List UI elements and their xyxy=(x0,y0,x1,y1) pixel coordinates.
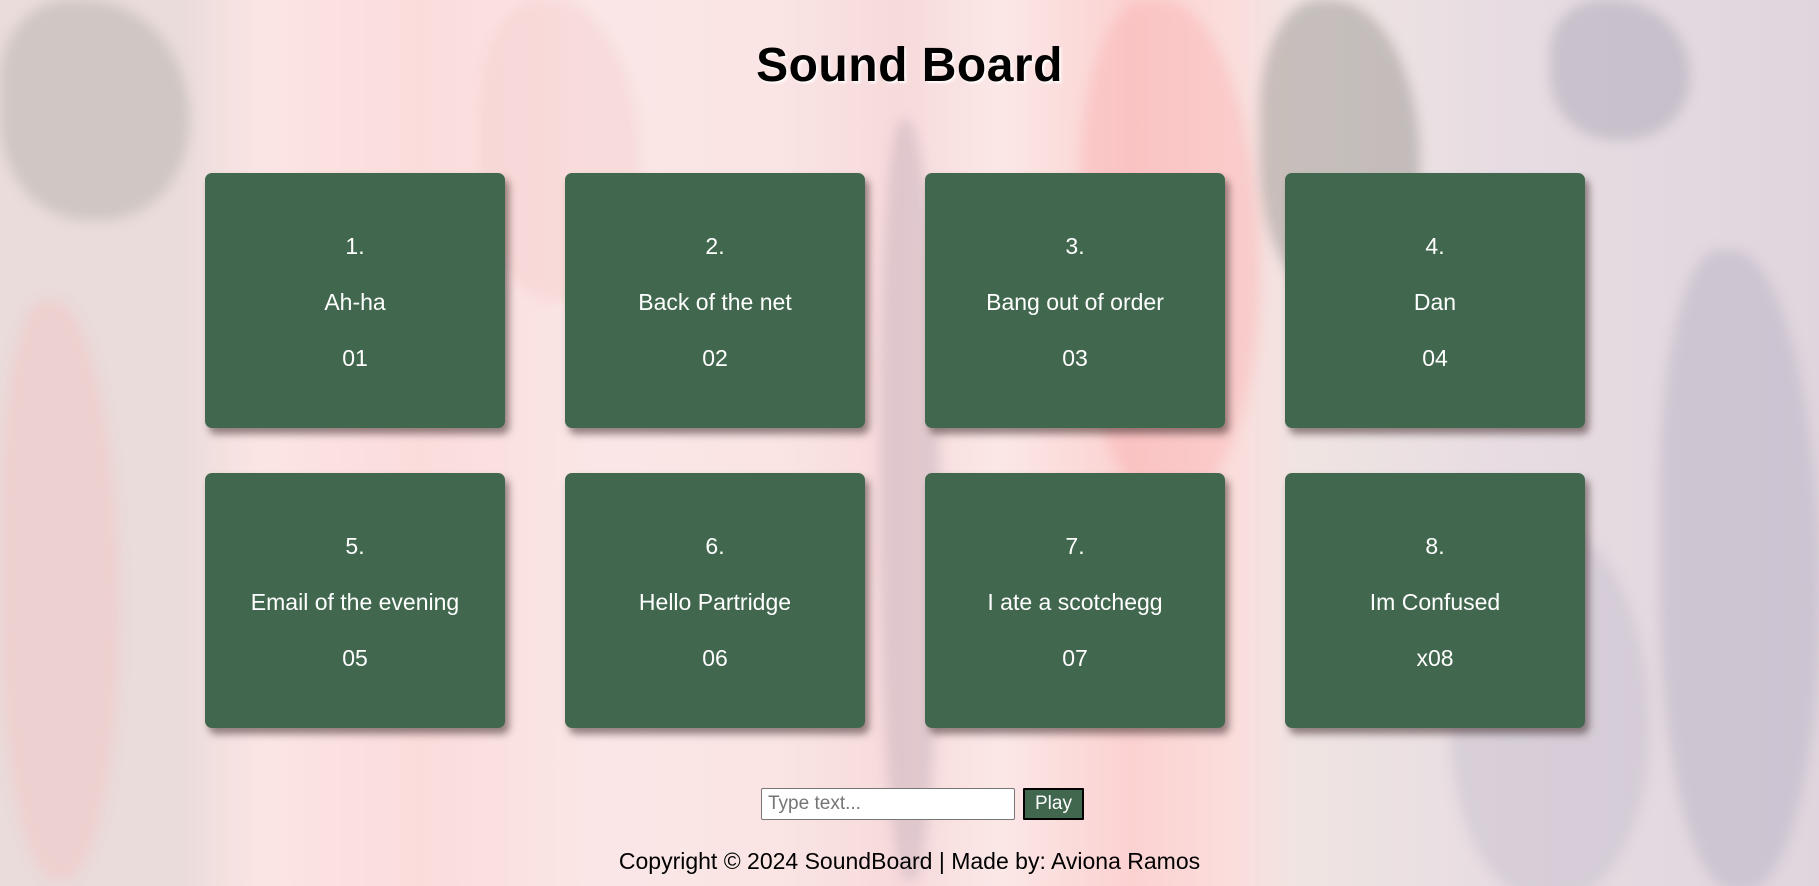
play-button[interactable]: Play xyxy=(1023,788,1084,820)
card-code: x08 xyxy=(1416,644,1454,671)
card-code: 06 xyxy=(702,644,728,671)
card-label: Ah-ha xyxy=(324,288,386,315)
card-number: 3. xyxy=(1065,232,1085,259)
card-code: 04 xyxy=(1422,344,1448,371)
sound-card-1[interactable]: 1. Ah-ha 01 xyxy=(205,173,505,428)
card-label: Im Confused xyxy=(1369,588,1501,615)
sound-card-6[interactable]: 6. Hello Partridge 06 xyxy=(565,473,865,728)
card-label: Bang out of order xyxy=(986,288,1164,315)
card-code: 02 xyxy=(702,344,728,371)
card-label: Dan xyxy=(1413,288,1457,315)
card-number: 1. xyxy=(345,232,365,259)
card-code: 03 xyxy=(1062,344,1088,371)
card-number: 4. xyxy=(1425,232,1445,259)
card-label: I ate a scotchegg xyxy=(987,588,1163,615)
card-code: 07 xyxy=(1062,644,1088,671)
card-number: 8. xyxy=(1425,532,1445,559)
card-number: 5. xyxy=(345,532,365,559)
footer-copyright: Copyright © 2024 SoundBoard | Made by: A… xyxy=(618,848,1201,874)
sound-card-8[interactable]: 8. Im Confused x08 xyxy=(1285,473,1585,728)
card-number: 2. xyxy=(705,232,725,259)
sound-card-3[interactable]: 3. Bang out of order 03 xyxy=(925,173,1225,428)
page-title: Sound Board xyxy=(756,39,1063,92)
sound-card-2[interactable]: 2. Back of the net 02 xyxy=(565,173,865,428)
sound-grid: 1. Ah-ha 01 2. Back of the net 02 3. Ban… xyxy=(205,173,1585,728)
card-number: 6. xyxy=(705,532,725,559)
card-label: Hello Partridge xyxy=(638,588,792,615)
page-content: Sound Board 1. Ah-ha 01 2. Back of the n… xyxy=(0,0,1819,886)
sound-card-7[interactable]: 7. I ate a scotchegg 07 xyxy=(925,473,1225,728)
card-code: 01 xyxy=(342,344,368,371)
text-input[interactable] xyxy=(761,788,1015,820)
sound-card-5[interactable]: 5. Email of the evening 05 xyxy=(205,473,505,728)
card-number: 7. xyxy=(1065,532,1085,559)
sound-card-4[interactable]: 4. Dan 04 xyxy=(1285,173,1585,428)
card-label: Email of the evening xyxy=(250,588,460,615)
tts-controls: Play xyxy=(761,788,1084,820)
card-code: 05 xyxy=(342,644,368,671)
card-label: Back of the net xyxy=(638,288,792,315)
